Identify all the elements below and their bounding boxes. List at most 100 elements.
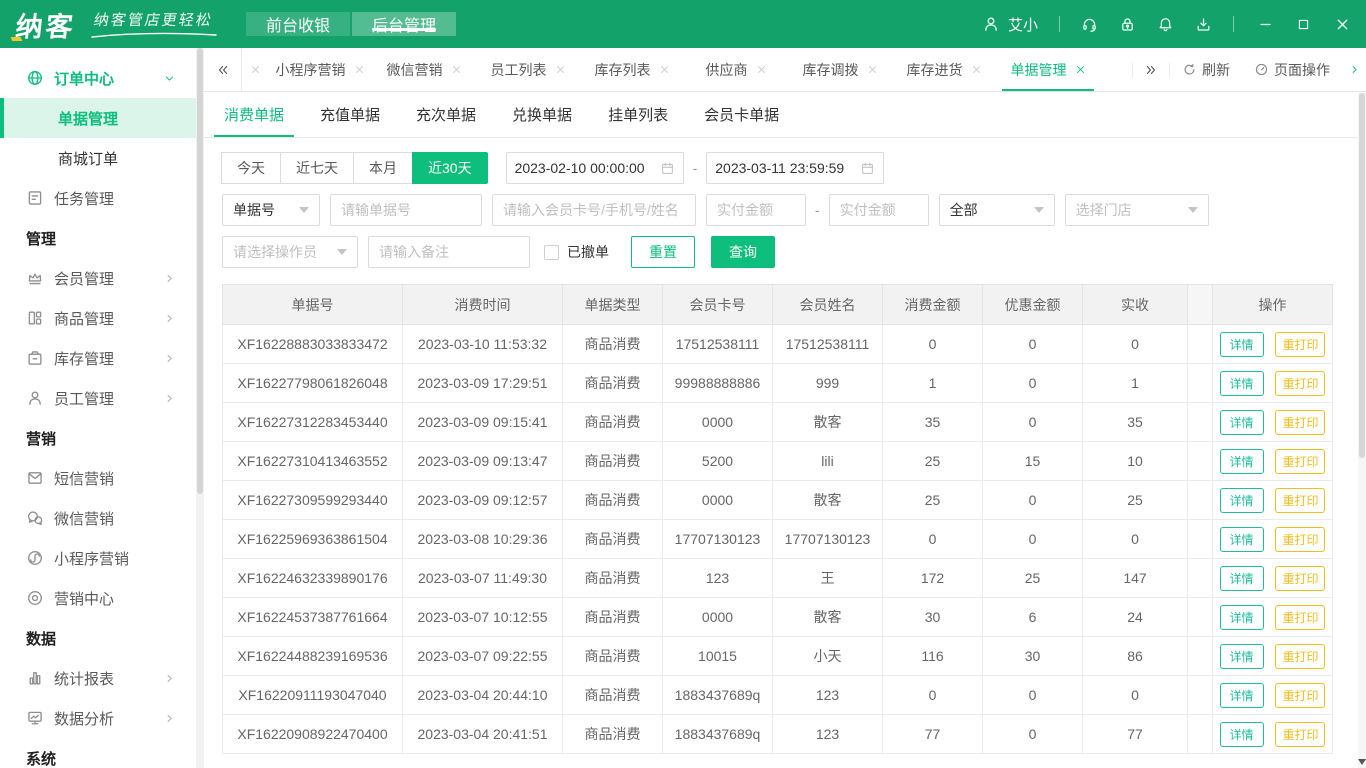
scroll-tabs-right-button[interactable] [1132,63,1170,77]
store-select[interactable]: 选择门店 [1065,194,1209,226]
chevron-right-icon [163,312,176,325]
sidebar-scrollbar-thumb[interactable] [197,48,203,494]
subtab-times-receipts[interactable]: 充次单据 [416,92,476,137]
close-tab-icon[interactable] [867,64,878,75]
reprint-button[interactable]: 重打印 [1275,722,1325,747]
reprint-button[interactable]: 重打印 [1275,605,1325,630]
main-scrollbar[interactable] [1358,93,1366,768]
range-chip-this-month[interactable]: 本月 [353,152,413,184]
subtab-consume-receipts[interactable]: 消费单据 [224,92,284,137]
scroll-tabs-left-button[interactable] [204,48,242,91]
detail-button[interactable]: 详情 [1220,410,1264,435]
detail-button[interactable]: 详情 [1220,449,1264,474]
close-tab-icon[interactable] [1075,64,1086,75]
detail-button[interactable]: 详情 [1220,683,1264,708]
bell-icon[interactable] [1157,16,1174,33]
amount-max-input[interactable] [829,194,929,226]
close-tab-icon[interactable] [354,64,365,75]
reprint-button[interactable]: 重打印 [1275,566,1325,591]
sidebar-item-mall-orders[interactable]: 商城订单 [0,138,196,178]
subtab-membercard-receipts[interactable]: 会员卡单据 [704,92,779,137]
paid-cell: 77 [1083,715,1188,754]
detail-button[interactable]: 详情 [1220,722,1264,747]
close-hidden-tab-button[interactable] [242,48,268,91]
type-select[interactable]: 全部 [939,194,1055,226]
sidebar-item-inventory-management[interactable]: 库存管理 [0,338,196,378]
range-chip-last7days[interactable]: 近七天 [280,152,354,184]
range-chip-last30days[interactable]: 近30天 [412,152,488,184]
sidebar-item-marketing-center[interactable]: 营销中心 [0,578,196,618]
subtab-recharge-receipts[interactable]: 充值单据 [320,92,380,137]
close-tab-icon[interactable] [756,64,767,75]
operator-select[interactable]: 请选择操作员 [222,236,358,268]
close-tab-icon[interactable] [555,64,566,75]
lock-icon[interactable] [1119,16,1136,33]
tab-staff-list[interactable]: 员工列表 [476,48,580,91]
page-operations-button[interactable]: 页面操作 [1242,60,1342,80]
close-tab-icon[interactable] [451,64,462,75]
detail-button[interactable]: 详情 [1220,488,1264,513]
search-field-select[interactable]: 单据号 [222,194,320,226]
sidebar-item-receipt-management[interactable]: 单据管理 [0,98,196,138]
reprint-button[interactable]: 重打印 [1275,332,1325,357]
tab-receipt-management[interactable]: 单据管理 [996,48,1100,91]
tab-supplier[interactable]: 供应商 [684,48,788,91]
tab-miniapp-marketing[interactable]: 小程序营销 [268,48,372,91]
sidebar-item-task-management[interactable]: 任务管理 [0,178,196,218]
sidebar-item-order-center[interactable]: 订单中心 [0,58,196,98]
detail-button[interactable]: 详情 [1220,605,1264,630]
top-tab-front-cashier[interactable]: 前台收银 [246,12,350,36]
sidebar-scrollbar[interactable] [196,48,204,768]
search-button[interactable]: 查询 [711,236,775,268]
amount-min-input[interactable] [706,194,806,226]
reset-button[interactable]: 重置 [631,236,695,268]
maximize-button[interactable] [1297,18,1310,31]
sidebar-item-miniapp-marketing[interactable]: 小程序营销 [0,538,196,578]
refresh-button[interactable]: 刷新 [1170,60,1242,80]
reprint-button[interactable]: 重打印 [1275,410,1325,435]
reprint-button[interactable]: 重打印 [1275,371,1325,396]
scrollbar-down-arrow[interactable] [1358,759,1366,765]
date-from-input[interactable]: 2023-02-10 00:00:00 [506,152,684,184]
support-icon[interactable] [1081,16,1098,33]
reprint-button[interactable]: 重打印 [1275,683,1325,708]
date-to-input[interactable]: 2023-03-11 23:59:59 [706,152,884,184]
range-chip-today[interactable]: 今天 [221,152,281,184]
reprint-button[interactable]: 重打印 [1275,488,1325,513]
sidebar-item-wechat-marketing[interactable]: 微信营销 [0,498,196,538]
tab-inventory-transfer[interactable]: 库存调拨 [788,48,892,91]
detail-button[interactable]: 详情 [1220,371,1264,396]
tab-inventory-purchase[interactable]: 库存进货 [892,48,996,91]
sidebar-item-statistics-reports[interactable]: 统计报表 [0,658,196,698]
main-scrollbar-thumb[interactable] [1359,93,1365,458]
sidebar-item-member-management[interactable]: 会员管理 [0,258,196,298]
close-tab-icon[interactable] [659,64,670,75]
reprint-button[interactable]: 重打印 [1275,449,1325,474]
tab-inventory-list[interactable]: 库存列表 [580,48,684,91]
reprint-button[interactable]: 重打印 [1275,644,1325,669]
remark-input[interactable] [368,236,530,268]
subtab-exchange-receipts[interactable]: 兑换单据 [512,92,572,137]
close-tab-icon[interactable] [971,64,982,75]
close-button[interactable] [1335,17,1350,32]
user-menu[interactable]: 艾小 [982,14,1038,35]
revoked-checkbox[interactable] [544,245,559,260]
detail-button[interactable]: 详情 [1220,332,1264,357]
top-tab-back-admin[interactable]: 后台管理 [352,12,456,36]
revoked-label[interactable]: 已撤单 [567,242,609,262]
minimize-button[interactable] [1259,18,1272,31]
reprint-button[interactable]: 重打印 [1275,527,1325,552]
sidebar-item-product-management[interactable]: 商品管理 [0,298,196,338]
receipt-no-input[interactable] [330,194,482,226]
sidebar-item-data-analysis[interactable]: 数据分析 [0,698,196,738]
expand-operations-button[interactable] [1342,63,1366,76]
subtab-pending-orders[interactable]: 挂单列表 [608,92,668,137]
detail-button[interactable]: 详情 [1220,644,1264,669]
download-icon[interactable] [1195,16,1212,33]
tab-wechat-marketing[interactable]: 微信营销 [372,48,476,91]
detail-button[interactable]: 详情 [1220,527,1264,552]
member-search-input[interactable] [492,194,696,226]
sidebar-item-sms-marketing[interactable]: 短信营销 [0,458,196,498]
sidebar-item-staff-management[interactable]: 员工管理 [0,378,196,418]
detail-button[interactable]: 详情 [1220,566,1264,591]
